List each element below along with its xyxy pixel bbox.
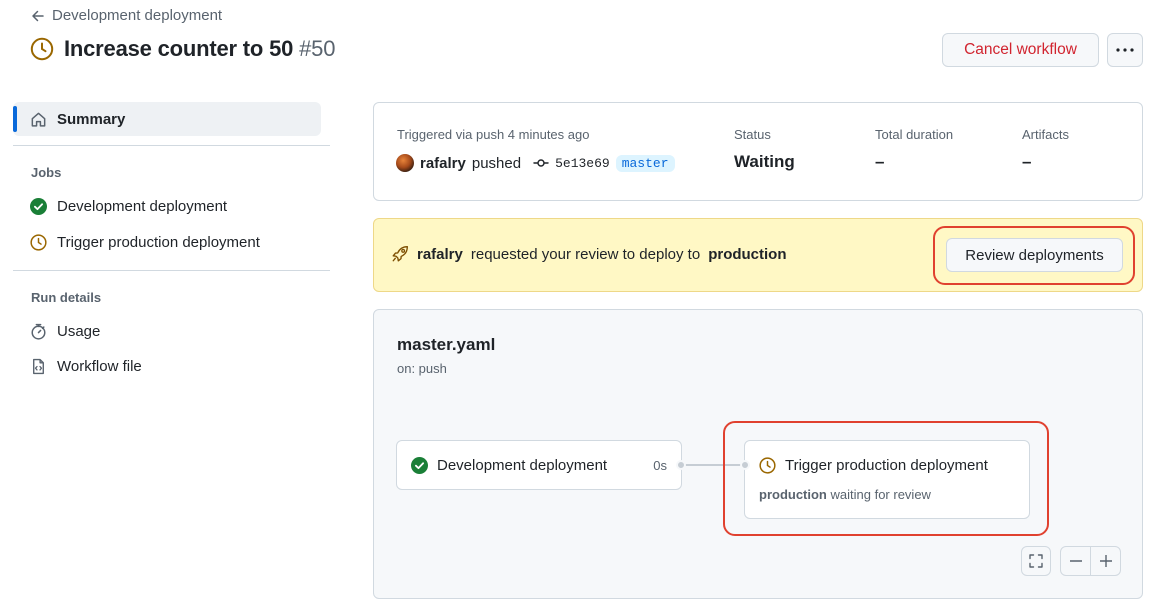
sidebar-item-usage[interactable]: Usage <box>30 323 100 340</box>
duration-value: – <box>875 152 885 171</box>
sidebar-item-label: Trigger production deployment <box>57 234 260 251</box>
duration-label: Total duration <box>875 127 954 142</box>
job-node-label: Development deployment <box>437 456 608 474</box>
page-title-row: Increase counter to 50 #50 <box>30 36 335 62</box>
job-node-development[interactable]: Development deployment 0s <box>396 440 682 490</box>
zoom-out-button[interactable] <box>1061 547 1091 575</box>
sidebar-job-development[interactable]: Development deployment <box>30 198 227 215</box>
page-title: Increase counter to 50 #50 <box>64 36 335 62</box>
arrow-left-icon <box>30 8 46 24</box>
jobs-heading: Jobs <box>31 165 62 180</box>
file-code-icon <box>30 358 47 375</box>
dash-icon <box>1069 560 1082 562</box>
sidebar-divider <box>13 145 330 146</box>
run-title: Increase counter to 50 <box>64 36 294 61</box>
zoom-controls <box>1060 546 1121 576</box>
rocket-icon <box>391 245 409 263</box>
sidebar-item-label: Workflow file <box>57 358 142 375</box>
review-text: requested your review to deploy to <box>470 245 701 263</box>
status-label: Status <box>734 127 771 142</box>
screen-full-icon <box>1029 554 1043 568</box>
actor-link[interactable]: rafalry <box>420 155 466 172</box>
sidebar-item-label: Summary <box>57 110 126 128</box>
workflow-trigger: on: push <box>397 361 447 376</box>
review-request-message: rafalry requested your review to deploy … <box>391 245 787 263</box>
cancel-workflow-button[interactable]: Cancel workflow <box>942 33 1099 67</box>
job-duration: 0s <box>653 457 667 473</box>
workflow-file-name[interactable]: master.yaml <box>397 335 495 355</box>
review-actor[interactable]: rafalry <box>417 246 463 263</box>
clock-icon <box>30 37 54 61</box>
connector-dot <box>676 460 686 470</box>
avatar[interactable] <box>396 154 414 172</box>
run-details-heading: Run details <box>31 290 102 305</box>
back-link-label: Development deployment <box>52 7 223 24</box>
push-info: rafalry pushed 5e13e69 master <box>396 154 675 172</box>
sidebar-divider <box>13 270 330 271</box>
review-environment: production <box>708 245 787 263</box>
trigger-text: Triggered via push 4 minutes ago <box>397 127 590 142</box>
sidebar-item-label: Development deployment <box>57 198 228 215</box>
action-text: pushed <box>471 154 522 172</box>
more-options-button[interactable] <box>1107 33 1143 67</box>
home-icon <box>30 111 47 128</box>
clock-icon <box>30 234 47 251</box>
active-indicator <box>13 106 17 132</box>
run-number: #50 <box>299 36 336 61</box>
status-value: Waiting <box>734 152 795 171</box>
branch-badge[interactable]: master <box>615 154 675 172</box>
zoom-in-button[interactable] <box>1091 547 1120 575</box>
sidebar-item-workflow-file[interactable]: Workflow file <box>30 358 142 375</box>
highlight-outline <box>933 226 1135 285</box>
commit-sha-link[interactable]: 5e13e69 <box>555 156 610 171</box>
fullscreen-button[interactable] <box>1021 546 1051 576</box>
stopwatch-icon <box>30 323 47 340</box>
sidebar-item-summary[interactable]: Summary <box>13 102 321 136</box>
back-link[interactable]: Development deployment <box>30 7 222 24</box>
plus-icon <box>1099 555 1112 567</box>
artifacts-value: – <box>1022 152 1032 171</box>
highlight-outline <box>723 421 1049 536</box>
check-circle-icon <box>411 456 428 474</box>
sidebar-job-production[interactable]: Trigger production deployment <box>30 234 260 251</box>
kebab-horizontal-icon <box>1116 48 1134 52</box>
check-circle-icon <box>30 198 47 215</box>
sidebar-item-label: Usage <box>57 323 101 340</box>
artifacts-label: Artifacts <box>1022 127 1069 142</box>
git-commit-icon <box>533 155 549 171</box>
